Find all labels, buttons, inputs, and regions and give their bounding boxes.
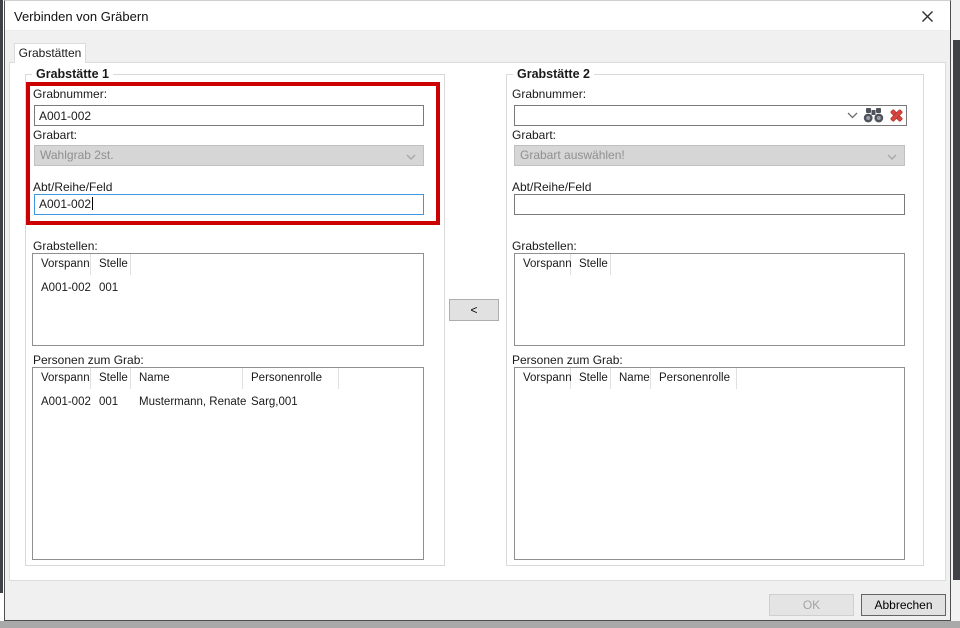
search-binoculars-icon[interactable] — [863, 108, 884, 123]
chevron-down-icon — [887, 154, 897, 160]
abt-reihe-feld-label-1: Abt/Reihe/Feld — [33, 180, 113, 194]
table-cell: Mustermann, Renate — [139, 396, 247, 408]
dialog-window: Verbinden von Gräbern Grabstätten Grabst… — [4, 0, 951, 621]
column-header[interactable]: Stelle — [91, 254, 131, 275]
grabart-value-1: Wahlgrab 2st. — [40, 148, 114, 162]
table-header-row: Vorspann Stelle Name Personenrolle — [33, 368, 423, 389]
abt-reihe-feld-label-2: Abt/Reihe/Feld — [512, 180, 592, 194]
transfer-left-button[interactable]: < — [449, 299, 499, 321]
table-row[interactable]: A001-002 001 — [33, 279, 423, 297]
column-header[interactable]: Vorspann — [515, 254, 572, 275]
group-title-1: Grabstätte 1 — [32, 67, 113, 81]
personen-label-2: Personen zum Grab: — [512, 353, 623, 367]
grabart-dropdown-1: Wahlgrab 2st. — [34, 145, 424, 166]
column-header[interactable]: Personenrolle — [243, 368, 339, 389]
table-header-row: Vorspann Stelle — [515, 254, 904, 275]
window-title: Verbinden von Gräbern — [14, 9, 149, 24]
column-header[interactable]: Stelle — [571, 254, 611, 275]
grabstellen-table-1[interactable]: Vorspann Stelle A001-002 001 — [32, 253, 424, 346]
column-header[interactable]: Stelle — [571, 368, 611, 389]
column-header[interactable]: Personenrolle — [651, 368, 737, 389]
grabnummer-input-1[interactable] — [34, 105, 424, 126]
abt-reihe-feld-input-2[interactable] — [514, 194, 905, 215]
clear-red-x-icon[interactable] — [889, 108, 904, 123]
column-header[interactable]: Vorspann — [515, 368, 572, 389]
table-cell: A001-002 — [41, 396, 91, 408]
tab-grabstaetten[interactable]: Grabstätten — [14, 43, 86, 63]
chevron-down-icon[interactable] — [847, 112, 858, 119]
tab-page-grabstaetten: Grabstätte 1 Grabnummer: Grabart: Wahlgr… — [9, 62, 946, 581]
table-cell: 001 — [99, 282, 119, 294]
table-header-row: Vorspann Stelle Name Personenrolle — [515, 368, 904, 389]
cancel-button[interactable]: Abbrechen — [861, 594, 946, 616]
combobox-controls — [847, 106, 904, 125]
close-button[interactable] — [912, 6, 942, 27]
personen-label-1: Personen zum Grab: — [33, 353, 144, 367]
text-caret — [92, 197, 94, 210]
close-icon — [921, 11, 933, 22]
abt-reihe-feld-value-1: A001-002 — [39, 197, 92, 211]
abt-reihe-feld-input-1[interactable]: A001-002 — [34, 194, 424, 215]
backdrop-bottom-shadow — [0, 621, 960, 628]
column-header[interactable]: Name — [131, 368, 243, 389]
grabnummer-combobox-2[interactable] — [514, 105, 907, 126]
grabstellen-table-2[interactable]: Vorspann Stelle — [514, 253, 905, 346]
grabart-label-2: Grabart: — [512, 128, 557, 142]
personen-table-2[interactable]: Vorspann Stelle Name Personenrolle — [514, 367, 905, 560]
table-cell: A001-002 — [41, 282, 91, 294]
chevron-down-icon — [406, 154, 416, 160]
table-cell: Sarg,001 — [251, 396, 298, 408]
grabnummer-value-2 — [515, 108, 519, 122]
grabnummer-label-2: Grabnummer: — [512, 87, 587, 101]
backdrop-left-app — [0, 0, 3, 593]
grabart-dropdown-2: Grabart auswählen! — [514, 145, 905, 166]
column-header[interactable]: Stelle — [91, 368, 131, 389]
table-cell: 001 — [99, 396, 119, 408]
personen-table-1[interactable]: Vorspann Stelle Name Personenrolle A001-… — [32, 367, 424, 560]
titlebar: Verbinden von Gräbern — [5, 1, 950, 31]
ok-button: OK — [769, 594, 854, 616]
column-header[interactable]: Vorspann — [33, 254, 91, 275]
grabnummer-label-1: Grabnummer: — [33, 87, 108, 101]
table-header-row: Vorspann Stelle — [33, 254, 423, 275]
grabart-placeholder-2: Grabart auswählen! — [520, 148, 625, 162]
grabstellen-label-1: Grabstellen: — [33, 239, 98, 253]
grabart-label-1: Grabart: — [33, 128, 78, 142]
grabstellen-label-2: Grabstellen: — [512, 239, 577, 253]
backdrop-right-app-dark — [953, 40, 960, 580]
column-header[interactable]: Name — [611, 368, 651, 389]
table-row[interactable]: A001-002 001 Mustermann, Renate Sarg,001 — [33, 393, 423, 411]
group-title-2: Grabstätte 2 — [513, 67, 594, 81]
column-header[interactable]: Vorspann — [33, 368, 91, 389]
